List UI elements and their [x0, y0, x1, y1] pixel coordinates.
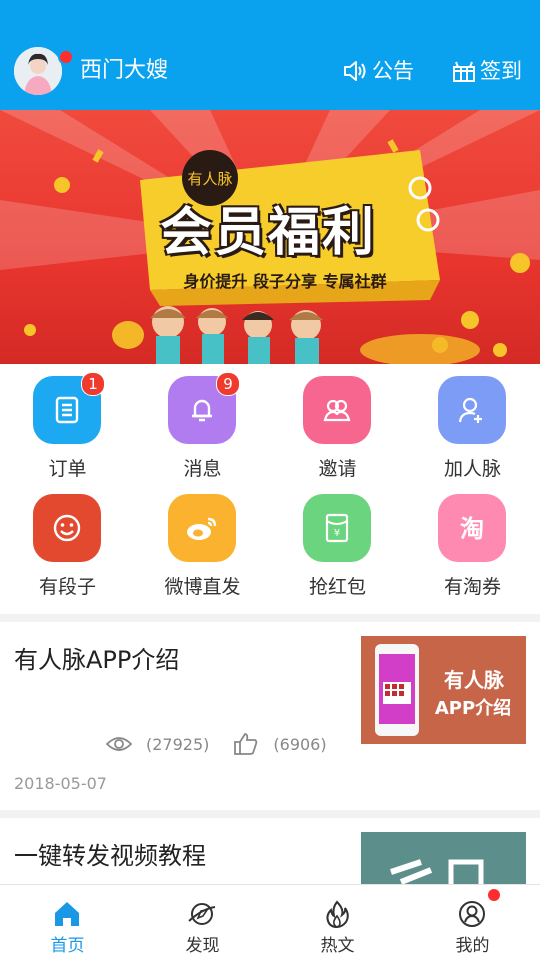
weibo-icon	[168, 494, 236, 562]
grid-label: 抢红包	[308, 576, 366, 598]
tab-label: 首页	[50, 936, 85, 956]
checkin-label: 签到	[480, 59, 522, 83]
tab-hot-articles[interactable]: 热文	[270, 885, 405, 960]
grid-label: 消息	[183, 458, 222, 480]
taobao-icon: 淘	[438, 494, 506, 562]
article-stats: (27925) (6906)	[106, 732, 327, 756]
avatar[interactable]	[14, 47, 62, 95]
grid-label: 邀请	[318, 458, 357, 480]
cartoon-figures	[112, 306, 480, 364]
notice-label: 公告	[372, 59, 414, 83]
thumb-text-1: 有人脉	[444, 668, 504, 692]
users-icon	[303, 376, 371, 444]
grid-item-coupons[interactable]: 淘 有淘券	[405, 482, 540, 600]
message-badge: 9	[216, 372, 240, 396]
order-badge: 1	[81, 372, 105, 396]
promo-banner[interactable]: 有人脉 会员福利 身价提升 段子分享 专属社群	[0, 110, 540, 364]
thumb-text-2: APP介绍	[434, 698, 512, 719]
grid-label: 加人脉	[443, 458, 501, 480]
like-count: (6906)	[273, 734, 327, 754]
svg-text:淘: 淘	[460, 515, 484, 543]
discover-icon	[188, 903, 216, 925]
tab-profile[interactable]: 我的	[405, 885, 540, 960]
profile-icon	[459, 901, 485, 927]
article-title: 有人脉APP介绍	[14, 646, 180, 674]
tab-label: 发现	[185, 936, 220, 956]
notice-button[interactable]: 公告	[342, 58, 414, 84]
smile-icon	[33, 494, 101, 562]
grid-item-jokes[interactable]: 有段子	[0, 482, 135, 600]
tab-home[interactable]: 首页	[0, 885, 135, 960]
app-header: 西门大嫂 公告 签到	[0, 0, 540, 110]
tab-label: 热文	[320, 936, 355, 956]
feature-grid: 1 订单 9 消息 邀请 加人脉 有段子 微博直发 ¥ 抢红包 淘 有淘券	[0, 364, 540, 614]
flame-icon	[326, 900, 349, 929]
username: 西门大嫂	[80, 58, 169, 83]
article-thumbnail	[361, 832, 526, 884]
view-count: (27925)	[146, 734, 210, 754]
grid-item-add-contact[interactable]: 加人脉	[405, 364, 540, 482]
tab-label: 我的	[455, 936, 490, 956]
home-icon	[55, 902, 79, 926]
grid-item-weibo[interactable]: 微博直发	[135, 482, 270, 600]
gift-icon	[453, 61, 475, 82]
grid-item-message[interactable]: 9 消息	[135, 364, 270, 482]
svg-text:¥: ¥	[334, 528, 340, 539]
bottom-tab-bar: 首页 发现 热文 我的	[0, 884, 540, 960]
eye-icon	[106, 737, 132, 751]
article-card[interactable]: 一键转发视频教程	[0, 818, 540, 884]
grid-label: 微博直发	[164, 576, 241, 598]
article-card[interactable]: 有人脉APP介绍 有人脉 APP介绍 (27925) (6906) 2018-0…	[0, 622, 540, 810]
add-user-icon	[438, 376, 506, 444]
grid-label: 有段子	[38, 576, 96, 598]
article-thumbnail: 有人脉 APP介绍	[361, 636, 526, 744]
speaker-icon	[344, 61, 366, 81]
grid-item-red-packet[interactable]: ¥ 抢红包	[270, 482, 405, 600]
profile-notification-dot	[488, 889, 500, 901]
grid-item-invite[interactable]: 邀请	[270, 364, 405, 482]
grid-label: 订单	[48, 458, 87, 480]
tab-discover[interactable]: 发现	[135, 885, 270, 960]
red-packet-icon: ¥	[303, 494, 371, 562]
thumbs-up-icon[interactable]	[233, 732, 259, 756]
notification-dot	[58, 49, 74, 65]
article-title: 一键转发视频教程	[14, 842, 206, 870]
checkin-button[interactable]: 签到	[452, 58, 522, 84]
grid-item-order[interactable]: 1 订单	[0, 364, 135, 482]
article-date: 2018-05-07	[14, 774, 107, 793]
grid-label: 有淘券	[443, 576, 501, 598]
